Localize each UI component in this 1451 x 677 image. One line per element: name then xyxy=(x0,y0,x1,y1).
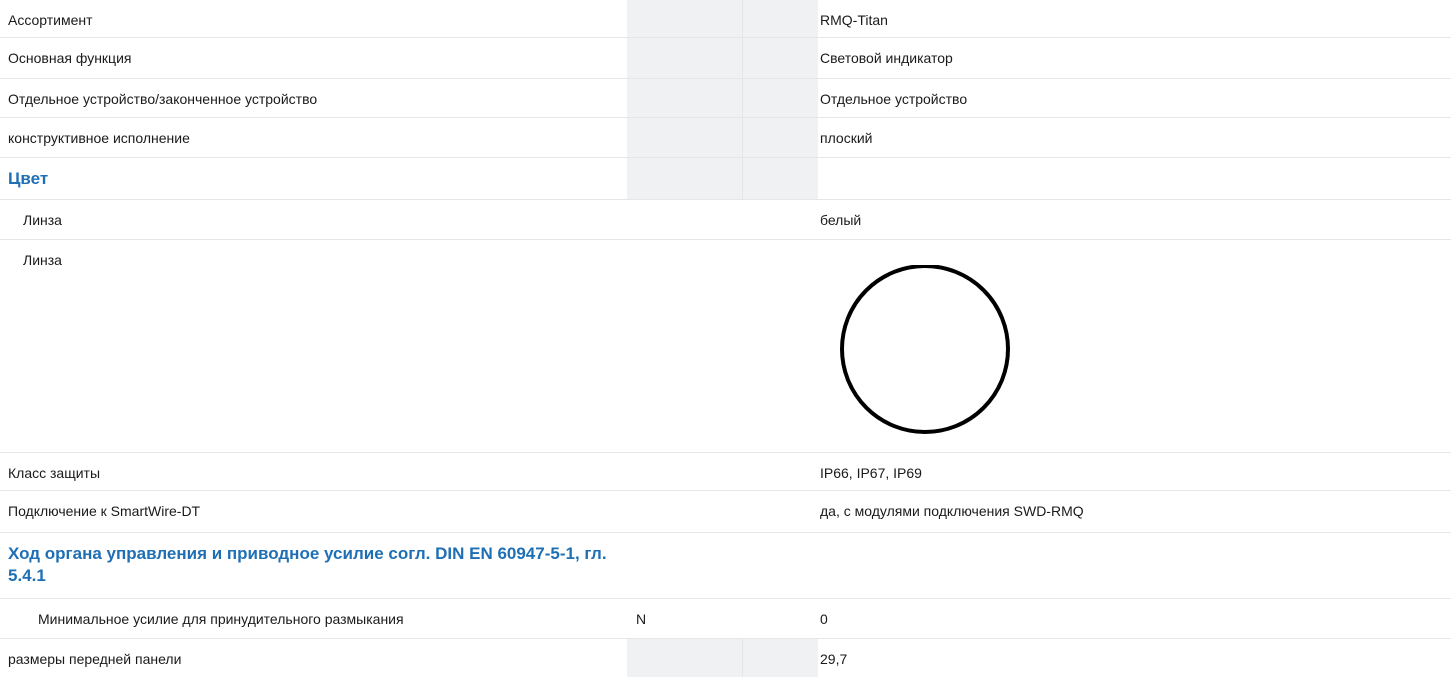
spec-section-actuation: Ход органа управления и приводное усилие… xyxy=(0,532,1451,598)
spec-row-protection: Класс защиты IP66, IP67, IP69 xyxy=(0,452,1451,490)
spec-row-lens-swatch: Линза xyxy=(0,239,1451,452)
lens-color-swatch-icon xyxy=(840,265,1010,434)
spec-value: 29,7 xyxy=(820,651,848,667)
spec-row-assortment: Ассортимент RMQ-Titan xyxy=(0,0,1451,37)
spec-label: Минимальное усилие для принудительного р… xyxy=(38,611,404,627)
section-heading: Цвет xyxy=(8,169,49,188)
spec-value: белый xyxy=(820,212,862,228)
spec-label: размеры передней панели xyxy=(8,651,182,667)
spec-label: Основная функция xyxy=(8,50,132,66)
spec-label: Отдельное устройство/законченное устройс… xyxy=(8,91,318,107)
spec-row-main-function: Основная функция Световой индикатор xyxy=(0,37,1451,78)
spec-value: Отдельное устройство xyxy=(820,91,968,107)
spec-label: конструктивное исполнение xyxy=(8,130,190,146)
spec-value: IP66, IP67, IP69 xyxy=(820,465,922,481)
spec-row-lens: Линза белый xyxy=(0,199,1451,239)
spec-row-front-dimensions: размеры передней панели 29,7 xyxy=(0,638,1451,677)
spec-value: 0 xyxy=(820,611,828,627)
spec-value: RMQ-Titan xyxy=(820,12,888,28)
spec-section-color: Цвет xyxy=(0,157,1451,199)
spec-label: Класс защиты xyxy=(8,465,101,481)
spec-value: плоский xyxy=(820,130,873,146)
spec-row-smartwire: Подключение к SmartWire-DT да, с модулям… xyxy=(0,490,1451,532)
spec-table: Ассортимент RMQ-Titan Основная функция С… xyxy=(0,0,1451,677)
spec-row-design: конструктивное исполнение плоский xyxy=(0,117,1451,157)
spec-value: Световой индикатор xyxy=(820,50,953,66)
spec-label: Линза xyxy=(23,212,62,228)
spec-value: да, с модулями подключения SWD-RMQ xyxy=(820,503,1084,519)
spec-label: Линза xyxy=(23,252,62,268)
section-heading: Ход органа управления и приводное усилие… xyxy=(8,544,607,585)
spec-label: Ассортимент xyxy=(8,12,93,28)
spec-label: Подключение к SmartWire-DT xyxy=(8,503,201,519)
spec-row-device-type: Отдельное устройство/законченное устройс… xyxy=(0,78,1451,117)
spec-row-min-force: Минимальное усилие для принудительного р… xyxy=(0,598,1451,638)
spec-unit: N xyxy=(636,611,647,627)
